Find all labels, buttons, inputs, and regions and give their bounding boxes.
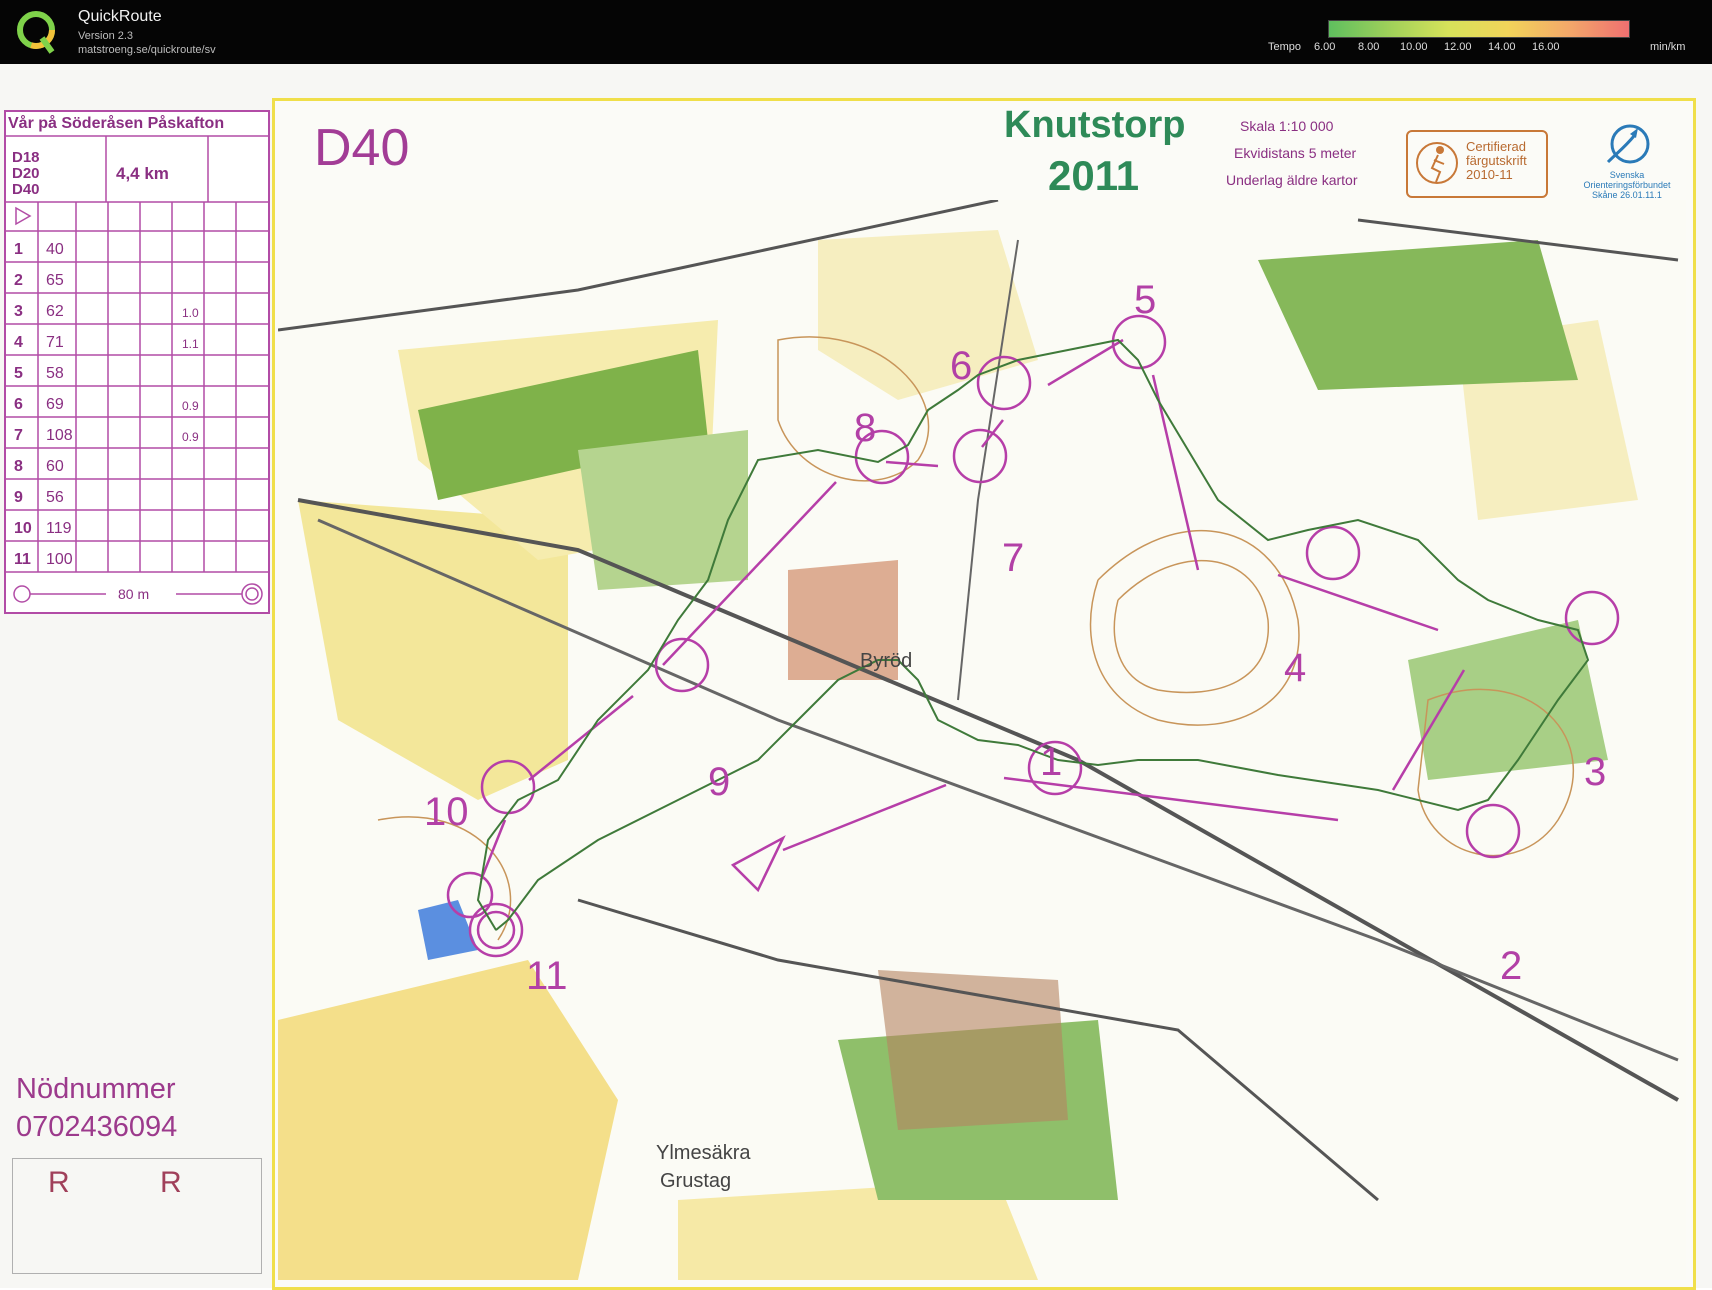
control-row-code: 100	[46, 551, 73, 568]
finish-distance: 80 m	[118, 586, 150, 602]
tempo-tick: 10.00	[1400, 41, 1428, 53]
control-row-code: 40	[46, 241, 64, 258]
control-number: 10	[424, 790, 469, 834]
tempo-color-scale	[1328, 20, 1630, 38]
cert-line: 2010-11	[1466, 167, 1513, 182]
control-number: 3	[1584, 750, 1607, 794]
control-row-dimension: 1.1	[182, 337, 199, 351]
r-label: R	[160, 1166, 182, 1199]
map-title: Knutstorp	[1004, 104, 1186, 146]
quickroute-logo-icon	[17, 11, 55, 54]
app-title: QuickRoute	[78, 8, 162, 25]
place-label: Byröd	[860, 650, 913, 672]
sof-badge: Svenska Orienteringsförbundet Skåne 26.0…	[1582, 120, 1672, 202]
emergency-number: 0702436094	[16, 1111, 178, 1143]
control-number: 4	[1284, 646, 1307, 690]
control-row-number: 9	[14, 489, 23, 506]
cert-line: färgutskrift	[1466, 153, 1527, 168]
control-row-number: 8	[14, 458, 23, 475]
control-number: 6	[950, 344, 973, 388]
forest-area	[578, 430, 748, 590]
quickroute-header: QuickRoute Version 2.3 matstroeng.se/qui…	[0, 0, 1712, 64]
app-version: Version 2.3	[78, 30, 134, 42]
tempo-tick: 16.00	[1532, 41, 1560, 53]
control-row-dimension: 0.9	[182, 430, 199, 444]
control-number: 11	[526, 954, 568, 998]
course-class-label: D40	[314, 119, 410, 177]
sof-line: Orienteringsförbundet	[1583, 180, 1671, 190]
control-row-code: 119	[46, 520, 72, 537]
control-row-number: 3	[14, 303, 23, 320]
control-row-code: 108	[46, 427, 73, 444]
control-row-code: 56	[46, 489, 64, 506]
control-row-code: 60	[46, 458, 64, 475]
tempo-tick: 12.00	[1444, 41, 1472, 53]
control-row-number: 4	[14, 334, 23, 351]
control-number: 5	[1134, 278, 1157, 322]
emergency-label: Nödnummer	[16, 1073, 176, 1105]
sof-line: Skåne 26.01.11.1	[1592, 190, 1662, 200]
sof-logo-icon	[1606, 124, 1650, 164]
tempo-tick: 14.00	[1488, 41, 1516, 53]
sof-line: Svenska	[1609, 170, 1645, 180]
control-number: 9	[708, 760, 731, 804]
control-number: 1	[1040, 740, 1063, 784]
control-row-dimension: 1.0	[182, 306, 199, 320]
control-row-code: 58	[46, 365, 64, 382]
r-label: R	[48, 1166, 70, 1199]
map-scale: Skala 1:10 000	[1240, 118, 1334, 134]
control-row-number: 6	[14, 396, 23, 413]
map-contour-interval: Ekvidistans 5 meter	[1234, 145, 1357, 161]
control-row-code: 69	[46, 396, 64, 413]
app-url[interactable]: matstroeng.se/quickroute/sv	[78, 44, 216, 56]
control-row-number: 10	[14, 520, 32, 537]
control-description-sheet: Vår på Söderåsen Påskafton D18 D20 D40 4…	[4, 110, 270, 614]
control-number: 2	[1500, 944, 1523, 988]
control-row-number: 11	[14, 551, 31, 568]
place-label: Grustag	[660, 1170, 732, 1192]
control-row-dimension: 0.9	[182, 399, 199, 413]
control-row-code: 71	[46, 334, 64, 351]
control-row-number: 2	[14, 272, 23, 289]
control-number: 8	[854, 406, 877, 450]
tempo-label: Tempo	[1268, 41, 1302, 53]
certification-text: Certifierad färgutskrift 2010-11	[1466, 140, 1527, 182]
tempo-tick: 6.00	[1314, 41, 1336, 53]
control-number: 7	[1002, 536, 1025, 580]
runner-icon	[1416, 142, 1458, 184]
map-base-note: Underlag äldre kartor	[1226, 172, 1358, 188]
cert-line: Certifierad	[1466, 139, 1526, 154]
control-row-number: 5	[14, 365, 23, 382]
map-year: 2011	[1048, 152, 1140, 199]
control-row-number: 1	[14, 241, 23, 258]
control-row-number: 7	[14, 427, 23, 444]
tempo-tick: 8.00	[1358, 41, 1380, 53]
sof-text: Svenska Orienteringsförbundet Skåne 26.0…	[1582, 170, 1672, 200]
place-label: Ylmesäkra	[656, 1142, 751, 1164]
control-row-code: 65	[46, 272, 64, 289]
control-row-code: 62	[46, 303, 64, 320]
orienteering-map[interactable]	[278, 200, 1686, 1280]
emergency-contact: Nödnummer 0702436094	[16, 1070, 177, 1146]
tempo-unit: min/km	[1650, 41, 1686, 53]
certification-badge: Certifierad färgutskrift 2010-11	[1406, 130, 1548, 198]
